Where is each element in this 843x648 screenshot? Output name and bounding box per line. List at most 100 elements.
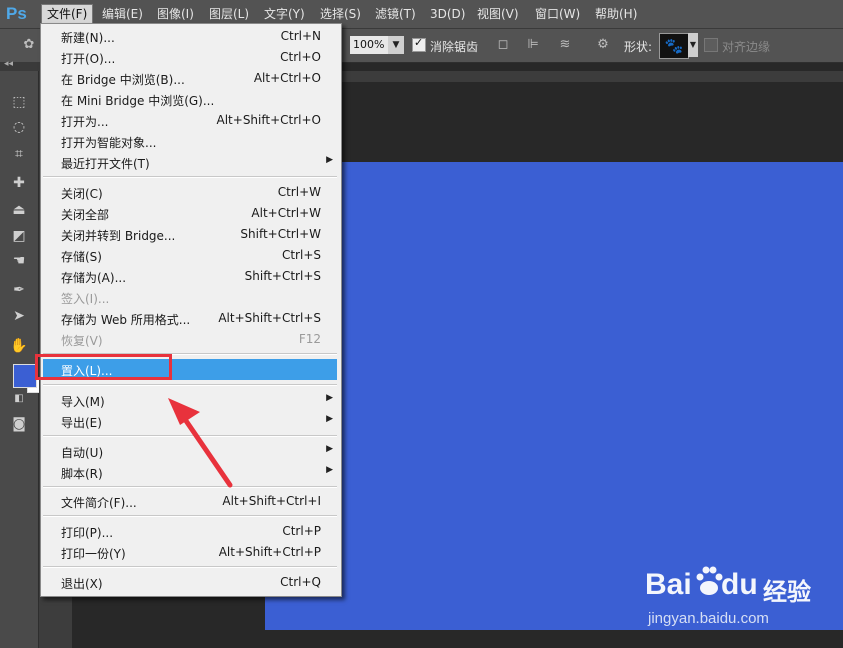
path-arrangement-icon[interactable]: ≋: [556, 36, 574, 54]
pen-tool-icon[interactable]: ✒: [9, 280, 29, 300]
lasso-tool-icon[interactable]: ◌: [9, 117, 29, 137]
menu-item-shortcut: Alt+Shift+Ctrl+S: [218, 311, 321, 325]
menu-item-label: 打开为...: [61, 115, 109, 129]
clone-stamp-icon[interactable]: ⏏: [9, 200, 29, 220]
crop-tool-icon[interactable]: ⌗: [9, 144, 29, 164]
menu-item-shortcut: F12: [298, 332, 321, 346]
menu-item-label: 新建(N)...: [61, 31, 115, 45]
menu-window[interactable]: 窗口(W): [530, 5, 585, 23]
menu-file[interactable]: 文件(F): [41, 4, 94, 24]
menu-item-close-go-bridge[interactable]: 关闭并转到 Bridge... Shift+Ctrl+W: [41, 224, 339, 245]
menu-item-shortcut: Alt+Ctrl+O: [253, 71, 321, 85]
quick-mask-icon[interactable]: ◙: [9, 414, 29, 434]
menu-item-shortcut: Alt+Shift+Ctrl+O: [216, 113, 321, 127]
menu-separator: [43, 176, 337, 178]
chevron-down-icon[interactable]: ▼: [388, 36, 404, 54]
shape-label: 形状:: [624, 40, 653, 54]
menu-separator: [43, 384, 337, 386]
submenu-arrow-icon: ▶: [326, 465, 333, 475]
menu-item-label: 存储为(A)...: [61, 271, 127, 285]
submenu-arrow-icon: ▶: [326, 155, 333, 165]
menu-item-import[interactable]: 导入(M) ▶: [41, 390, 339, 411]
healing-brush-icon[interactable]: ✚: [9, 173, 29, 193]
menu-item-close[interactable]: 关闭(C) Ctrl+W: [41, 182, 339, 203]
gear-icon[interactable]: ⚙: [594, 36, 612, 54]
eraser-tool-icon[interactable]: ◩: [9, 226, 29, 246]
menu-help[interactable]: 帮助(H): [590, 5, 642, 23]
align-edges-checkbox[interactable]: [704, 38, 718, 52]
path-selection-icon[interactable]: ➤: [9, 306, 29, 326]
menu-item-label: 自动(U): [61, 446, 104, 460]
submenu-arrow-icon: ▶: [326, 414, 333, 424]
menu-item-open[interactable]: 打开(O)... Ctrl+O: [41, 47, 339, 68]
menu-select[interactable]: 选择(S): [315, 5, 366, 23]
menu-item-close-all[interactable]: 关闭全部 Alt+Ctrl+W: [41, 203, 339, 224]
menu-item-scripts[interactable]: 脚本(R) ▶: [41, 462, 339, 483]
menu-item-browse-mini-bridge[interactable]: 在 Mini Bridge 中浏览(G)...: [41, 89, 339, 110]
menu-item-label: 在 Mini Bridge 中浏览(G)...: [61, 94, 215, 108]
submenu-arrow-icon: ▶: [326, 444, 333, 454]
menu-3d[interactable]: 3D(D): [425, 5, 470, 23]
menu-item-save-as[interactable]: 存储为(A)... Shift+Ctrl+S: [41, 266, 339, 287]
menu-item-automate[interactable]: 自动(U) ▶: [41, 441, 339, 462]
submenu-arrow-icon: ▶: [326, 393, 333, 403]
menu-filter[interactable]: 滤镜(T): [370, 5, 421, 23]
menu-item-shortcut: Alt+Ctrl+W: [251, 206, 321, 220]
menu-item-check-in: 签入(I)...: [41, 287, 339, 308]
menu-item-label: 恢复(V): [61, 334, 103, 348]
menu-item-recent-files[interactable]: 最近打开文件(T) ▶: [41, 152, 339, 173]
watermark-bai: Bai: [645, 568, 692, 601]
menu-view[interactable]: 视图(V): [472, 5, 524, 23]
path-alignment-icon[interactable]: ⊫: [524, 36, 542, 54]
marquee-tool-icon[interactable]: ⬚: [9, 92, 29, 112]
menu-item-label: 签入(I)...: [61, 292, 110, 306]
file-menu-dropdown: 新建(N)... Ctrl+N 打开(O)... Ctrl+O 在 Bridge 中…: [40, 23, 342, 597]
foreground-color-swatch[interactable]: [13, 364, 37, 388]
path-operations-icon[interactable]: ◻: [494, 36, 512, 54]
menu-item-label: 存储(S): [61, 250, 102, 264]
menu-item-shortcut: Shift+Ctrl+W: [240, 227, 321, 241]
menu-item-label: 打开为智能对象...: [61, 136, 157, 150]
annotation-highlight-box: [35, 354, 172, 380]
menu-item-exit[interactable]: 退出(X) Ctrl+Q: [41, 572, 339, 593]
menu-item-label: 关闭(C): [61, 187, 103, 201]
baidu-jingyan-logo: Bai du 经验: [645, 558, 811, 606]
menu-item-shortcut: Alt+Shift+Ctrl+I: [222, 494, 321, 508]
menu-separator: [43, 566, 337, 568]
menu-layer[interactable]: 图层(L): [204, 5, 254, 23]
default-colors-icon[interactable]: ◧: [9, 389, 29, 409]
menu-separator: [43, 486, 337, 488]
menu-item-file-info[interactable]: 文件简介(F)... Alt+Shift+Ctrl+I: [41, 491, 339, 512]
menu-item-shortcut: Ctrl+W: [277, 185, 321, 199]
tool-preset-icon[interactable]: ✿: [20, 36, 38, 54]
menu-type[interactable]: 文字(Y): [259, 5, 310, 23]
paw-shape-icon[interactable]: 🐾: [659, 33, 689, 59]
align-edges-label: 对齐边缘: [722, 40, 771, 54]
paw-icon: [696, 566, 723, 595]
menu-item-shortcut: Ctrl+N: [280, 29, 321, 43]
menu-item-open-smart-object[interactable]: 打开为智能对象...: [41, 131, 339, 152]
menu-edit[interactable]: 编辑(E): [97, 5, 148, 23]
menu-item-label: 在 Bridge 中浏览(B)...: [61, 73, 185, 87]
menu-item-open-as[interactable]: 打开为... Alt+Shift+Ctrl+O: [41, 110, 339, 131]
menu-image[interactable]: 图像(I): [152, 5, 199, 23]
menu-item-new[interactable]: 新建(N)... Ctrl+N: [41, 26, 339, 47]
chevron-down-icon[interactable]: ▼: [688, 33, 698, 57]
menu-item-print[interactable]: 打印(P)... Ctrl+P: [41, 521, 339, 542]
menu-item-save[interactable]: 存储(S) Ctrl+S: [41, 245, 339, 266]
toolbox: ⬚ ◌ ⌗ ✚ ⏏ ◩ ☚ ✒ ➤ ✋ ◧ ◙: [0, 71, 39, 648]
menu-item-shortcut: Shift+Ctrl+S: [244, 269, 321, 283]
menu-item-label: 最近打开文件(T): [61, 157, 150, 171]
menu-item-label: 打开(O)...: [61, 52, 116, 66]
menu-item-print-one-copy[interactable]: 打印一份(Y) Alt+Shift+Ctrl+P: [41, 542, 339, 563]
menu-item-browse-bridge[interactable]: 在 Bridge 中浏览(B)... Alt+Ctrl+O: [41, 68, 339, 89]
anti-alias-checkbox[interactable]: [412, 36, 426, 52]
photoshop-logo: Ps: [6, 4, 27, 23]
menu-item-save-for-web[interactable]: 存储为 Web 所用格式... Alt+Shift+Ctrl+S: [41, 308, 339, 329]
smudge-tool-icon[interactable]: ☚: [9, 251, 29, 271]
hand-tool-icon[interactable]: ✋: [9, 336, 29, 356]
menu-item-shortcut: Alt+Shift+Ctrl+P: [218, 545, 321, 559]
menu-item-shortcut: Ctrl+O: [280, 50, 321, 64]
menu-item-export[interactable]: 导出(E) ▶: [41, 411, 339, 432]
menu-item-label: 文件简介(F)...: [61, 496, 137, 510]
